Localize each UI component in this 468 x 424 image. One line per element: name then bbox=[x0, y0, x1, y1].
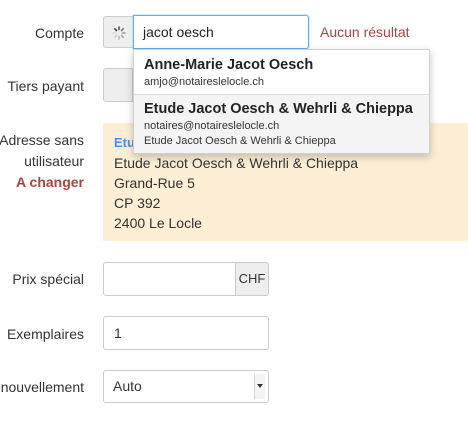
dropdown-item-email: notaires@notaireslelocle.ch bbox=[144, 120, 280, 132]
address-line: Etude Jacot Oesch & Wehrli & Chieppa bbox=[114, 155, 359, 171]
loading-spinner-addon bbox=[103, 16, 133, 48]
adresse-label-line2: utilisateur bbox=[24, 153, 84, 169]
dropdown-item[interactable]: Anne-Marie Jacot Oesch amjo@notaireslelo… bbox=[134, 50, 429, 94]
address-line: CP 392 bbox=[114, 195, 161, 211]
autocomplete-dropdown: Anne-Marie Jacot Oesch amjo@notaireslelo… bbox=[133, 49, 430, 154]
address-line: Grand-Rue 5 bbox=[114, 175, 195, 191]
renouvellement-selected-value: Auto bbox=[113, 378, 142, 394]
chevron-down-icon[interactable] bbox=[254, 374, 265, 399]
dropdown-item-name: Anne-Marie Jacot Oesch bbox=[144, 57, 314, 73]
address-edit-link[interactable]: Etu bbox=[114, 135, 135, 150]
prix-special-label: Prix spécial bbox=[12, 271, 84, 287]
currency-addon: CHF bbox=[235, 262, 269, 296]
search-status-text: Aucun résultat bbox=[320, 24, 410, 40]
address-line: 2400 Le Locle bbox=[114, 215, 202, 231]
tiers-payant-label: Tiers payant bbox=[7, 78, 84, 94]
a-changer-link[interactable]: A changer bbox=[16, 173, 84, 192]
tiers-payant-addon[interactable] bbox=[103, 68, 133, 102]
compte-label: Compte bbox=[34, 25, 84, 41]
dropdown-item-org: Etude Jacot Oesch & Wehrli & Chieppa bbox=[144, 135, 336, 147]
renouvellement-select[interactable]: Auto bbox=[103, 370, 269, 403]
dropdown-item-email: amjo@notaireslelocle.ch bbox=[144, 76, 265, 88]
loading-spinner-icon bbox=[112, 26, 126, 40]
exemplaires-label: Exemplaires bbox=[6, 326, 84, 342]
account-search-input[interactable]: jacot oesch bbox=[133, 15, 309, 49]
renouvellement-label: enouvellement bbox=[0, 379, 84, 395]
dropdown-item[interactable]: Etude Jacot Oesch & Wehrli & Chieppa not… bbox=[134, 95, 429, 153]
dropdown-item-name: Etude Jacot Oesch & Wehrli & Chieppa bbox=[144, 101, 413, 117]
exemplaires-input[interactable]: 1 bbox=[103, 316, 269, 350]
adresse-label-line1: Adresse sans bbox=[0, 132, 84, 148]
prix-special-input[interactable] bbox=[103, 262, 236, 296]
